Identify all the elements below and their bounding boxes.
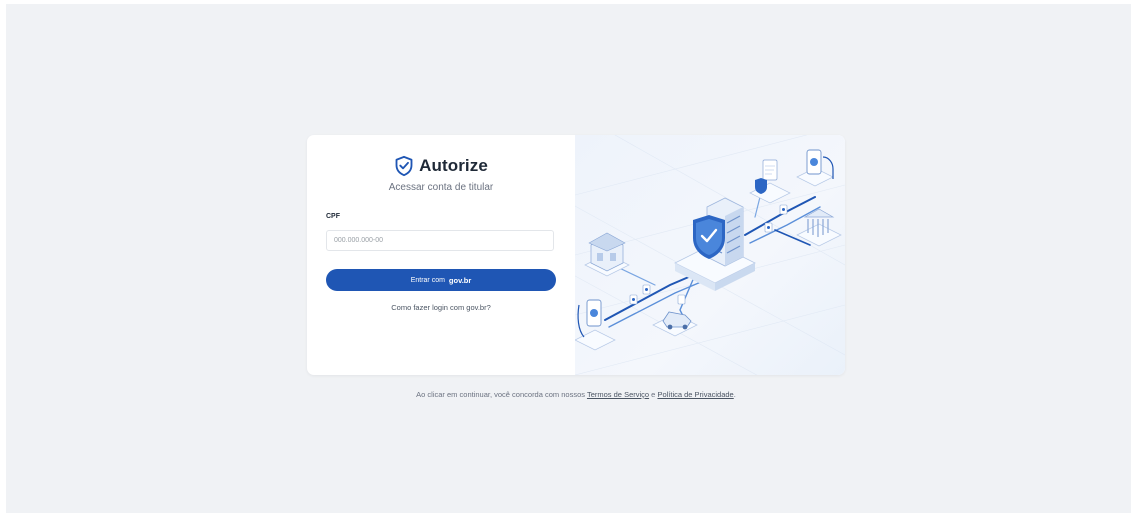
page-background: Autorize Acessar conta de titular CPF En… bbox=[6, 4, 1131, 513]
cpf-input[interactable] bbox=[326, 230, 554, 251]
footer-period: . bbox=[733, 390, 736, 399]
govbr-help-link[interactable]: Como fazer login com gov.br? bbox=[307, 303, 575, 312]
login-govbr-button[interactable]: Entrar com gov.br bbox=[326, 269, 556, 291]
cpf-label: CPF bbox=[326, 213, 340, 220]
privacy-policy-link[interactable]: Política de Privacidade bbox=[657, 390, 733, 399]
login-button-label: Entrar com bbox=[410, 276, 445, 284]
brand-logo: Autorize bbox=[307, 155, 575, 177]
terms-of-service-link[interactable]: Termos de Serviço bbox=[587, 390, 649, 399]
secure-data-network-illustration bbox=[554, 135, 845, 375]
terms-footer: Ao clicar em continuar, você concorda co… bbox=[307, 390, 845, 399]
shield-check-icon bbox=[395, 155, 413, 177]
login-form-panel: Autorize Acessar conta de titular CPF En… bbox=[307, 135, 575, 375]
login-card: Autorize Acessar conta de titular CPF En… bbox=[307, 135, 845, 375]
govbr-brand-label: gov.br bbox=[448, 275, 472, 285]
footer-text: Ao clicar em continuar, você concorda co… bbox=[416, 390, 586, 399]
illustration-panel bbox=[554, 135, 845, 375]
footer-conjunction: e bbox=[651, 390, 656, 399]
brand-name: Autorize bbox=[419, 156, 488, 175]
page-subtitle: Acessar conta de titular bbox=[388, 182, 494, 193]
